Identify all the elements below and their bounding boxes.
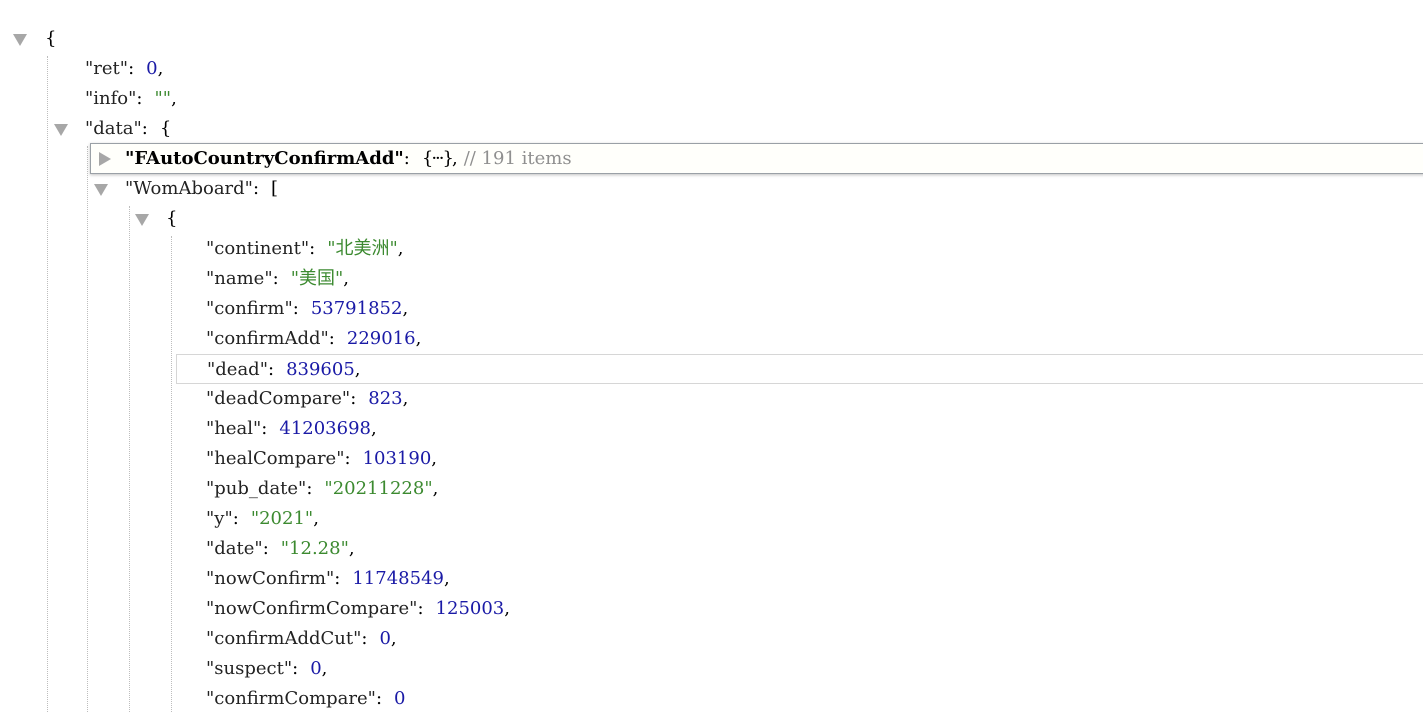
data-open-brace: { — [159, 118, 172, 139]
womaboard-open-bracket: [ — [271, 178, 279, 199]
json-value: 41203698 — [279, 418, 371, 439]
root-open-brace: { — [45, 28, 57, 49]
json-value: 0 — [394, 688, 406, 709]
json-value: 229016 — [346, 328, 416, 349]
json-value: "2021" — [250, 508, 314, 529]
json-value: 53791852 — [310, 298, 403, 319]
json-line-item-open[interactable]: { — [0, 204, 1423, 234]
json-line-data[interactable]: "data":{ — [0, 114, 1423, 144]
json-key: "y" — [206, 508, 233, 529]
json-key: "confirmCompare" — [206, 688, 376, 709]
json-line-item-field[interactable]: "deadCompare": 823, — [0, 384, 1423, 414]
json-viewer: { "ret": 0, "info": "", "data":{ "FAutoCou… — [0, 0, 1423, 712]
json-value: "美国" — [290, 268, 344, 289]
json-line-item-field[interactable]: "suspect": 0, — [0, 654, 1423, 684]
expand-triangle-icon[interactable] — [99, 152, 111, 166]
json-line-item-field[interactable]: "healCompare": 103190, — [0, 444, 1423, 474]
json-line-item-field[interactable]: "y": "2021", — [0, 504, 1423, 534]
json-key: "deadCompare" — [206, 388, 351, 409]
json-line-item-field[interactable]: "pub_date": "20211228", — [0, 474, 1423, 504]
json-key: "continent" — [206, 238, 310, 259]
json-key: "nowConfirm" — [206, 568, 335, 589]
json-key-info: "info" — [85, 88, 137, 109]
item-open-brace: { — [166, 208, 178, 229]
json-value: "北美洲" — [327, 238, 398, 259]
collapse-triangle-icon[interactable] — [94, 184, 108, 196]
json-key: "suspect" — [206, 658, 293, 679]
json-line-ret[interactable]: "ret": 0, — [0, 54, 1423, 84]
json-line-info[interactable]: "info": "", — [0, 84, 1423, 114]
json-key: "confirmAdd" — [206, 328, 329, 349]
json-line-womaboard[interactable]: "WomAboard":[ — [0, 174, 1423, 204]
json-key: "dead" — [207, 359, 268, 380]
json-value: "12.28" — [280, 538, 349, 559]
json-value: 0 — [310, 658, 322, 679]
json-key-fautocountryconfirmadd: "FAutoCountryConfirmAdd" — [125, 148, 404, 169]
json-line-item-field[interactable]: "date": "12.28", — [0, 534, 1423, 564]
json-key: "confirm" — [206, 298, 293, 319]
json-key: "healCompare" — [206, 448, 345, 469]
json-value: 125003 — [435, 598, 505, 619]
json-key: "name" — [206, 268, 273, 289]
collapsed-object-placeholder[interactable]: {···} — [422, 144, 454, 174]
json-value: 0 — [379, 628, 391, 649]
json-key-womaboard: "WomAboard" — [125, 178, 253, 199]
json-line-item-field[interactable]: "heal": 41203698, — [0, 414, 1423, 444]
json-line-item-field[interactable]: "confirmAdd": 229016, — [0, 324, 1423, 354]
json-line-item-field[interactable]: "continent": "北美洲", — [0, 234, 1423, 264]
json-value: 839605 — [286, 359, 355, 380]
json-line-item-field[interactable]: "confirm": 53791852, — [0, 294, 1423, 324]
json-line-item-field[interactable]: "confirmCompare": 0 — [0, 684, 1423, 714]
json-key: "heal" — [206, 418, 262, 439]
json-line-item-field[interactable]: "confirmAddCut": 0, — [0, 624, 1423, 654]
json-key: "nowConfirmCompare" — [206, 598, 418, 619]
json-line-item-field[interactable]: "dead": 839605, — [176, 354, 1423, 384]
json-value: "20211228" — [324, 478, 433, 499]
collapse-triangle-icon[interactable] — [54, 124, 68, 136]
collapse-triangle-icon[interactable] — [13, 34, 27, 46]
json-value-info: "" — [154, 88, 172, 109]
item-count-comment: // 191 items — [463, 148, 572, 169]
json-key: "pub_date" — [206, 478, 307, 499]
json-line-fautocountryconfirmadd[interactable]: "FAutoCountryConfirmAdd": {···},// 191 it… — [90, 143, 1423, 174]
json-key-ret: "ret" — [85, 58, 129, 79]
json-value: 11748549 — [352, 568, 444, 589]
json-key: "confirmAddCut" — [206, 628, 362, 649]
json-line-item-field[interactable]: "nowConfirm": 11748549, — [0, 564, 1423, 594]
json-key: "date" — [206, 538, 263, 559]
json-value: 823 — [368, 388, 403, 409]
json-key-data: "data" — [85, 118, 142, 139]
json-line-root: { — [0, 24, 1423, 54]
collapse-triangle-icon[interactable] — [135, 214, 149, 226]
json-value-ret: 0 — [146, 58, 158, 79]
json-value: 103190 — [362, 448, 432, 469]
json-line-item-field[interactable]: "name": "美国", — [0, 264, 1423, 294]
json-line-item-field[interactable]: "nowConfirmCompare": 125003, — [0, 594, 1423, 624]
